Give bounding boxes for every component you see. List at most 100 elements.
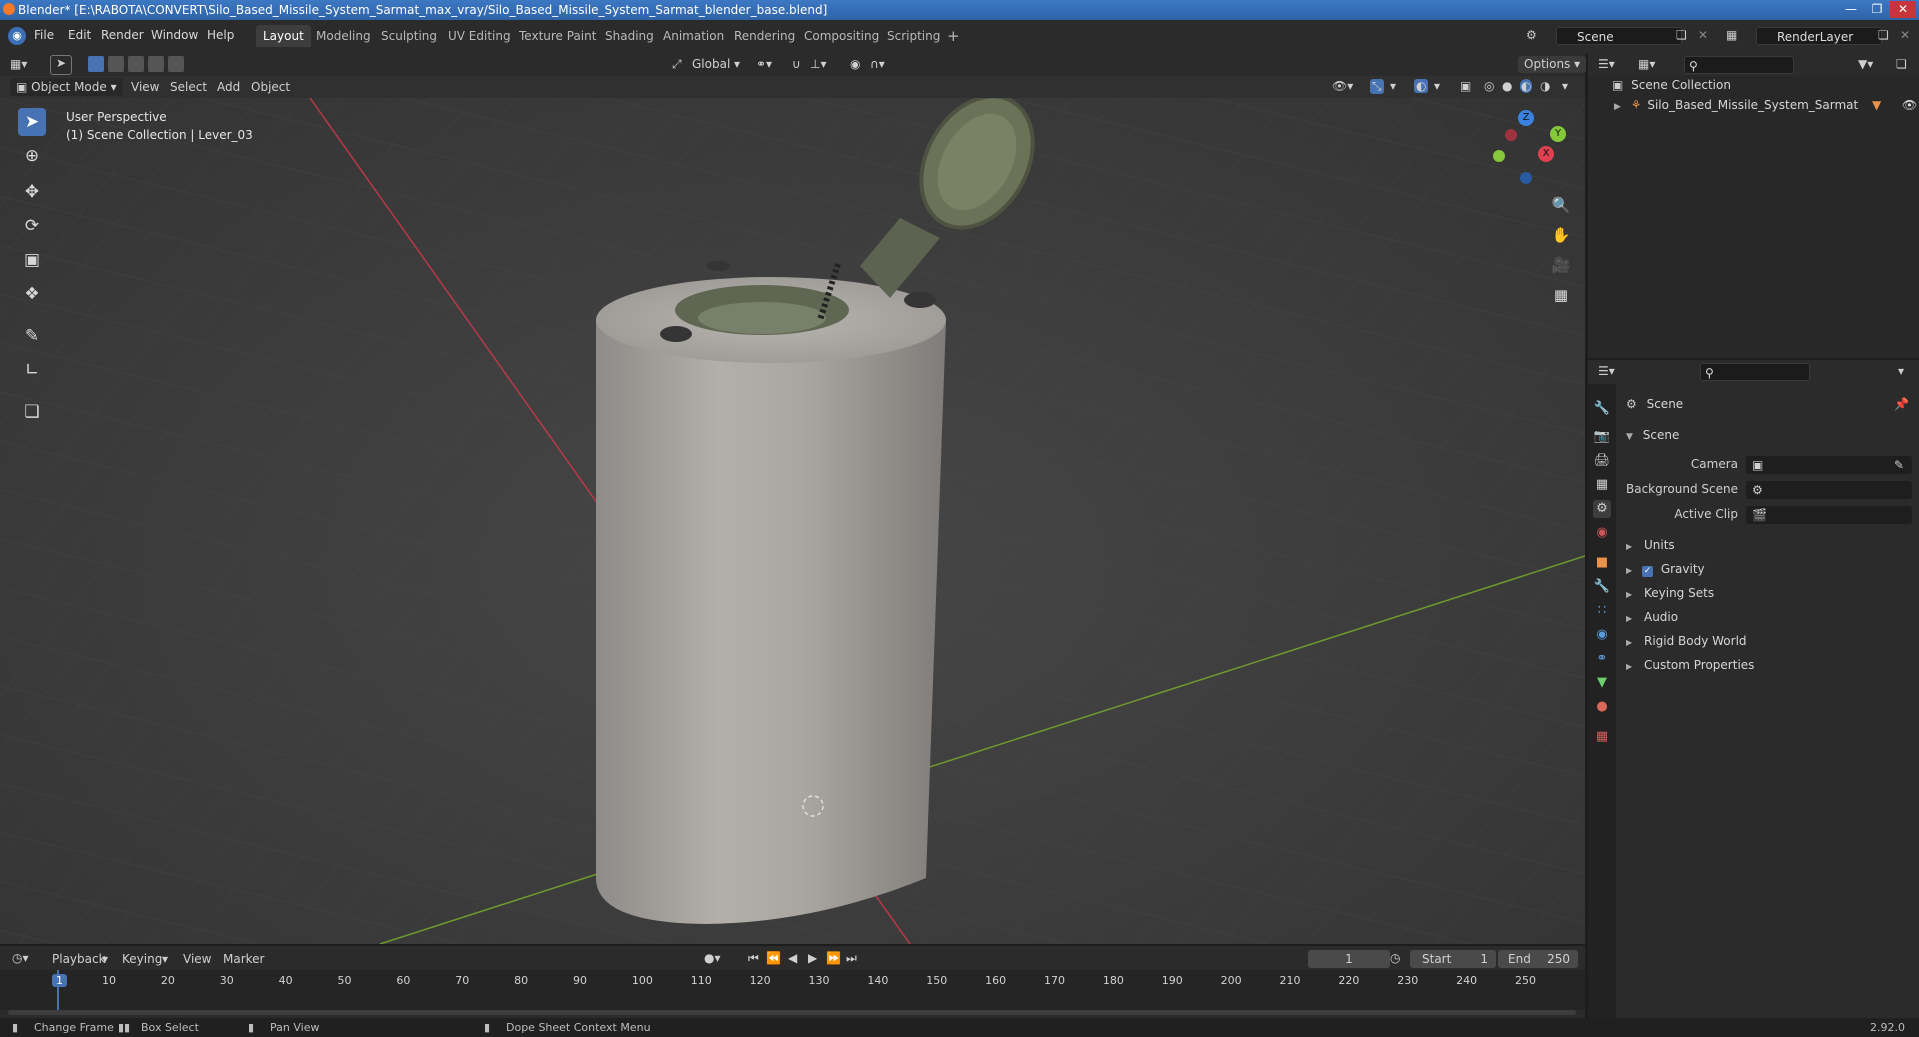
rotate-tool-icon[interactable]: ⟳ bbox=[18, 212, 46, 240]
tab-scripting[interactable]: Scripting bbox=[880, 25, 947, 47]
renderlayer-selector[interactable]: RenderLayer bbox=[1756, 27, 1882, 45]
gizmo-y-axis[interactable]: Y bbox=[1550, 126, 1566, 142]
properties-editor-type-icon[interactable]: ☰▾ bbox=[1598, 364, 1615, 378]
renderlayer-delete-icon[interactable]: ✕ bbox=[1900, 28, 1910, 42]
menu-view[interactable]: View bbox=[183, 952, 211, 966]
gravity-panel-header[interactable]: ▶ ✓ Gravity bbox=[1626, 562, 1705, 577]
jump-keyframe-forward-icon[interactable]: ⏩ bbox=[826, 951, 841, 965]
gizmo-z-axis[interactable]: Z bbox=[1518, 110, 1534, 126]
menu-window[interactable]: Window bbox=[151, 28, 198, 42]
eyedropper-icon[interactable]: ✎ bbox=[1894, 456, 1904, 474]
particles-tab-icon[interactable]: ∷ bbox=[1593, 602, 1611, 620]
scene-new-icon[interactable]: ❏ bbox=[1676, 28, 1687, 42]
pan-hand-icon[interactable]: ✋ bbox=[1548, 222, 1574, 248]
gizmo-x-axis[interactable]: X bbox=[1538, 146, 1554, 162]
camera-field[interactable]: ▣ ✎ bbox=[1746, 456, 1912, 474]
pivot-point-icon[interactable]: ⚭▾ bbox=[756, 57, 772, 71]
annotate-tool-icon[interactable]: ✎ bbox=[18, 322, 46, 350]
tab-compositing[interactable]: Compositing bbox=[797, 25, 886, 47]
object-tab-icon[interactable]: ■ bbox=[1593, 554, 1611, 572]
visibility-eye-icon[interactable]: 👁▾ bbox=[1332, 79, 1353, 93]
menu-playback[interactable]: Playback bbox=[52, 952, 106, 966]
units-panel-header[interactable]: ▶ Units bbox=[1626, 538, 1675, 552]
select-mode-invert-icon[interactable] bbox=[168, 56, 184, 72]
menu-select[interactable]: Select bbox=[170, 80, 207, 94]
menu-edit[interactable]: Edit bbox=[68, 28, 91, 42]
blender-menu-icon[interactable]: ◉ bbox=[8, 27, 26, 45]
proportional-falloff-icon[interactable]: ∩▾ bbox=[870, 57, 885, 71]
menu-keying[interactable]: Keying bbox=[122, 952, 162, 966]
outliner-search-input[interactable]: ⚲ bbox=[1684, 56, 1794, 74]
play-reverse-icon[interactable]: ◀ bbox=[788, 951, 797, 965]
tab-sculpting[interactable]: Sculpting bbox=[374, 25, 444, 47]
select-mode-extend-icon[interactable] bbox=[108, 56, 124, 72]
jump-keyframe-back-icon[interactable]: ⏪ bbox=[766, 951, 781, 965]
editor-type-icon[interactable]: ▦▾ bbox=[10, 57, 27, 71]
rigid-body-world-panel-header[interactable]: ▶ Rigid Body World bbox=[1626, 634, 1747, 648]
shading-material-icon[interactable]: ◐ bbox=[1520, 79, 1533, 93]
world-tab-icon[interactable]: ◉ bbox=[1593, 524, 1611, 542]
material-tab-icon[interactable]: ● bbox=[1593, 698, 1611, 716]
gizmo-toggle-icon[interactable]: ⤡ bbox=[1370, 79, 1384, 94]
filter-icon[interactable]: ▼▾ bbox=[1858, 57, 1873, 71]
select-mode-new-icon[interactable] bbox=[88, 56, 104, 72]
visibility-eye-icon[interactable]: 👁 bbox=[1902, 98, 1917, 112]
output-tab-icon[interactable]: 🖨 bbox=[1593, 452, 1611, 470]
preview-range-icon[interactable]: ◷ bbox=[1390, 951, 1400, 965]
auto-keying-icon[interactable]: ●▾ bbox=[704, 951, 721, 965]
camera-view-icon[interactable]: 🎥 bbox=[1548, 252, 1574, 278]
cursor-tool-icon[interactable]: ⊕ bbox=[18, 142, 46, 170]
tab-texture-paint[interactable]: Texture Paint bbox=[512, 25, 603, 47]
jump-start-icon[interactable]: ⏮ bbox=[748, 951, 759, 966]
custom-properties-panel-header[interactable]: ▶ Custom Properties bbox=[1626, 658, 1754, 672]
menu-view[interactable]: View bbox=[131, 80, 159, 94]
scene-selector[interactable]: Scene bbox=[1556, 27, 1682, 45]
scale-tool-icon[interactable]: ▣ bbox=[18, 246, 46, 274]
view-layer-tab-icon[interactable]: ▦ bbox=[1593, 476, 1611, 494]
physics-tab-icon[interactable]: ◉ bbox=[1593, 626, 1611, 644]
tab-rendering[interactable]: Rendering bbox=[727, 25, 802, 47]
constraints-tab-icon[interactable]: ⚭ bbox=[1593, 650, 1611, 668]
display-mode-icon[interactable]: ▦▾ bbox=[1638, 57, 1655, 71]
menu-object[interactable]: Object bbox=[251, 80, 290, 94]
end-frame-field[interactable]: End 250 bbox=[1498, 950, 1578, 968]
shading-solid-icon[interactable]: ● bbox=[1502, 79, 1512, 93]
zoom-icon[interactable]: 🔍 bbox=[1548, 192, 1574, 218]
expand-arrow-icon[interactable]: ▶ bbox=[1614, 102, 1621, 112]
texture-tab-icon[interactable]: ▦ bbox=[1593, 728, 1611, 746]
audio-panel-header[interactable]: ▶ Audio bbox=[1626, 610, 1678, 624]
modifier-filter-icon[interactable]: ▼ bbox=[1872, 98, 1881, 112]
outliner-scene-collection[interactable]: ▣ Scene Collection bbox=[1612, 78, 1731, 92]
menu-file[interactable]: File bbox=[34, 28, 54, 42]
options-dropdown[interactable]: Options ▾ bbox=[1518, 56, 1587, 73]
jump-end-icon[interactable]: ⏭ bbox=[846, 951, 857, 966]
restore-icon[interactable]: ❐ bbox=[1864, 1, 1890, 18]
gizmo-neg-y-dot[interactable] bbox=[1493, 150, 1505, 162]
select-mode-intersect-icon[interactable] bbox=[148, 56, 164, 72]
overlay-toggle-icon[interactable]: ◐ bbox=[1414, 79, 1429, 93]
add-cube-tool-icon[interactable]: ❏ bbox=[18, 398, 46, 426]
gizmo-neg-x-dot[interactable] bbox=[1505, 129, 1517, 141]
scene-delete-icon[interactable]: ✕ bbox=[1698, 28, 1708, 42]
snap-target-icon[interactable]: ⊥▾ bbox=[810, 57, 826, 71]
pin-icon[interactable]: 📌 bbox=[1894, 397, 1909, 411]
properties-search-input[interactable]: ⚲ bbox=[1700, 363, 1810, 381]
render-tab-icon[interactable]: 📷 bbox=[1593, 428, 1611, 446]
tab-uv-editing[interactable]: UV Editing bbox=[441, 25, 518, 47]
tab-layout[interactable]: Layout bbox=[256, 25, 311, 47]
transform-tool-icon[interactable]: ❖ bbox=[18, 280, 46, 308]
timeline-editor-type-icon[interactable]: ◷▾ bbox=[12, 951, 29, 965]
modifier-tab-icon[interactable]: 🔧 bbox=[1593, 578, 1611, 596]
shading-wireframe-icon[interactable]: ◎ bbox=[1484, 79, 1494, 93]
keying-sets-panel-header[interactable]: ▶ Keying Sets bbox=[1626, 586, 1714, 600]
minimize-icon[interactable]: — bbox=[1838, 1, 1864, 18]
move-tool-icon[interactable]: ✥ bbox=[18, 178, 46, 206]
select-box-tool-icon[interactable]: ➤ bbox=[18, 108, 46, 136]
background-scene-field[interactable]: ⚙ bbox=[1746, 481, 1912, 499]
close-icon[interactable]: ✕ bbox=[1890, 1, 1916, 18]
gravity-checkbox[interactable]: ✓ bbox=[1641, 566, 1653, 577]
outliner-item[interactable]: ▶ ⚘ Silo_Based_Missile_System_Sarmat ▼ 👁 bbox=[1614, 98, 1917, 112]
menu-render[interactable]: Render bbox=[101, 28, 144, 42]
navigation-gizmo[interactable]: Z Y X bbox=[1486, 110, 1576, 190]
measure-tool-icon[interactable]: ∟ bbox=[18, 356, 46, 384]
